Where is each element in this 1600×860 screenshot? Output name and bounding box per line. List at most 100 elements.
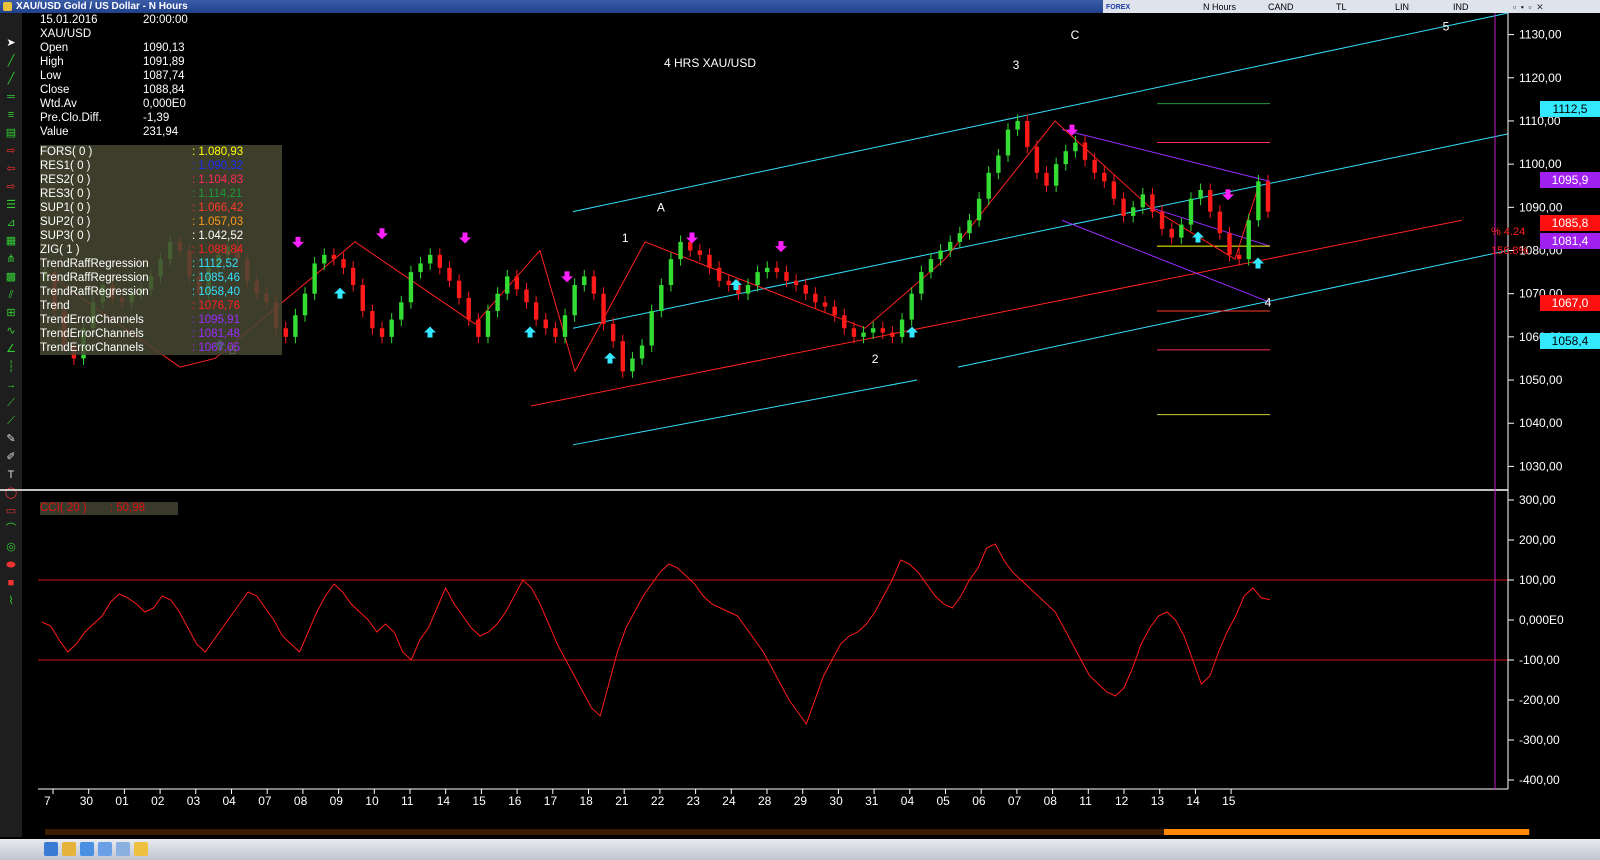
document-icon[interactable] — [98, 842, 112, 856]
info-value: 0,000E0 — [143, 98, 186, 110]
indicator-value: : 1.042,52 — [192, 230, 244, 242]
layers-icon[interactable] — [80, 842, 94, 856]
candle-body — [1121, 198, 1126, 216]
price-tick-label: 1090,00 — [1519, 200, 1563, 214]
info-label: Open — [40, 42, 69, 54]
sell-arrow-icon — [686, 232, 698, 244]
buy-arrow-icon — [604, 352, 616, 364]
time-scrollbar — [38, 826, 1600, 838]
indicator-label: TrendErrorChannels — [40, 314, 144, 326]
indicator-label: RES3( 0 ) — [40, 188, 91, 200]
cursor-icon[interactable] — [44, 842, 58, 856]
zoom-icon[interactable] — [116, 842, 130, 856]
cci-tick-label: 0,000E0 — [1519, 613, 1564, 627]
info-label: High — [40, 56, 64, 68]
indicator-value: : 1.114,21 — [192, 188, 243, 200]
status-toolbar — [0, 839, 1600, 860]
open-icon[interactable] — [62, 842, 76, 856]
indicator-value: : 1.080,93 — [192, 146, 244, 158]
indicator-value: : 1081,48 — [192, 328, 240, 340]
candle-body — [697, 250, 703, 255]
cci-tick-label: 300,00 — [1519, 493, 1556, 507]
candle-body — [505, 276, 510, 294]
candle-body — [678, 241, 683, 260]
price-tag: 1095,9 — [1540, 172, 1600, 188]
indicator-row: TrendRaffRegression: 1085,46 — [40, 271, 282, 285]
candle-body — [976, 198, 982, 221]
candle-body — [659, 285, 664, 311]
price-tick-label: 1130,00 — [1519, 28, 1562, 42]
x-tick-label: 16 — [508, 794, 522, 808]
indicator-row: RES3( 0 ) : 1.114,21 — [40, 187, 282, 201]
indicator-row: SUP1( 0 ): 1.066,42 — [40, 201, 282, 215]
indicator-row: FORS( 0 ) : 1.080,93 — [40, 145, 282, 159]
indicator-value: : 1.057,03 — [192, 216, 244, 228]
x-tick-label: 07 — [1008, 794, 1022, 808]
x-tick-label: 04 — [223, 794, 237, 808]
candle-body — [1159, 211, 1165, 229]
x-tick-label: 18 — [580, 794, 594, 808]
candle-body — [341, 259, 346, 268]
buy-arrow-icon — [334, 287, 346, 299]
sell-arrow-icon — [1066, 124, 1078, 136]
x-tick-label: 02 — [151, 794, 165, 808]
info-row: Wtd.Av 0,000E0 — [40, 97, 215, 111]
x-tick-label: 13 — [1151, 794, 1165, 808]
indicator-value: : 1.104,83 — [192, 174, 244, 186]
info-label: Low — [40, 70, 62, 82]
price-tick-label: 1040,00 — [1519, 416, 1563, 430]
info-value: 1091,89 — [143, 56, 185, 68]
x-tick-label: 15 — [472, 794, 486, 808]
info-value: 231,94 — [143, 126, 179, 138]
candle-body — [745, 285, 751, 294]
info-date: 15.01.2016 — [40, 14, 98, 26]
indicator-label: RES1( 0 ) — [40, 160, 91, 172]
candle-body — [1256, 181, 1261, 221]
candle-body — [283, 328, 288, 337]
candle-body — [861, 332, 866, 337]
indicator-label: FORS( 0 ) — [40, 146, 93, 158]
cci-tick-label: -400,00 — [1519, 773, 1560, 787]
candle-body — [832, 306, 837, 316]
indicator-row: SUP3( 0 ): 1.042,52 — [40, 229, 282, 243]
indicator-value: : 1112,52 — [192, 258, 239, 270]
candle-body — [890, 332, 895, 337]
info-label: Pre.Clo.Diff. — [40, 112, 102, 124]
x-tick-label: 10 — [365, 794, 379, 808]
candle-body — [948, 241, 953, 251]
chart-svg[interactable]: 1A2B3C454 HRS XAU/USD 300,00200,00100,00… — [0, 0, 1600, 860]
candle-body — [1227, 233, 1232, 255]
sell-arrow-icon — [775, 241, 787, 253]
trend-line — [530, 219, 1463, 407]
candle-body — [1025, 120, 1030, 147]
indicator-label: ZIG( 1 ) — [40, 244, 80, 256]
indicator-value: : 1.066,42 — [192, 202, 244, 214]
scroll-thumb[interactable] — [1164, 829, 1529, 835]
candle-body — [418, 263, 423, 273]
info-value: 1088,84 — [143, 84, 185, 96]
info-row: Pre.Clo.Diff. -1,39 — [40, 111, 215, 125]
candle-body — [379, 328, 385, 337]
wave-label: C — [1071, 28, 1080, 42]
price-tick-label: 1030,00 — [1519, 459, 1563, 473]
cci-tick-label: -100,00 — [1519, 653, 1560, 667]
info-value: 1090,13 — [143, 42, 185, 54]
candle-body — [1092, 159, 1097, 173]
candle-body — [851, 328, 857, 337]
wave-label: 5 — [1443, 19, 1450, 33]
price-tag: 1067,0 — [1540, 295, 1600, 311]
scroll-track[interactable] — [45, 829, 1530, 835]
candle-body — [1140, 194, 1146, 208]
wave-label: 2 — [872, 352, 879, 366]
candle-body — [726, 280, 731, 286]
candle-body — [967, 220, 972, 234]
x-tick-label: 21 — [615, 794, 629, 808]
x-tick-label: 7 — [44, 794, 51, 808]
candle-body — [533, 302, 539, 320]
magic-icon[interactable] — [134, 842, 148, 856]
x-tick-label: 14 — [437, 794, 451, 808]
indicator-row: TrendRaffRegression: 1058,40 — [40, 285, 282, 299]
cci-tick-label: -300,00 — [1519, 733, 1560, 747]
candle-body — [957, 233, 963, 242]
x-tick-label: 04 — [901, 794, 915, 808]
